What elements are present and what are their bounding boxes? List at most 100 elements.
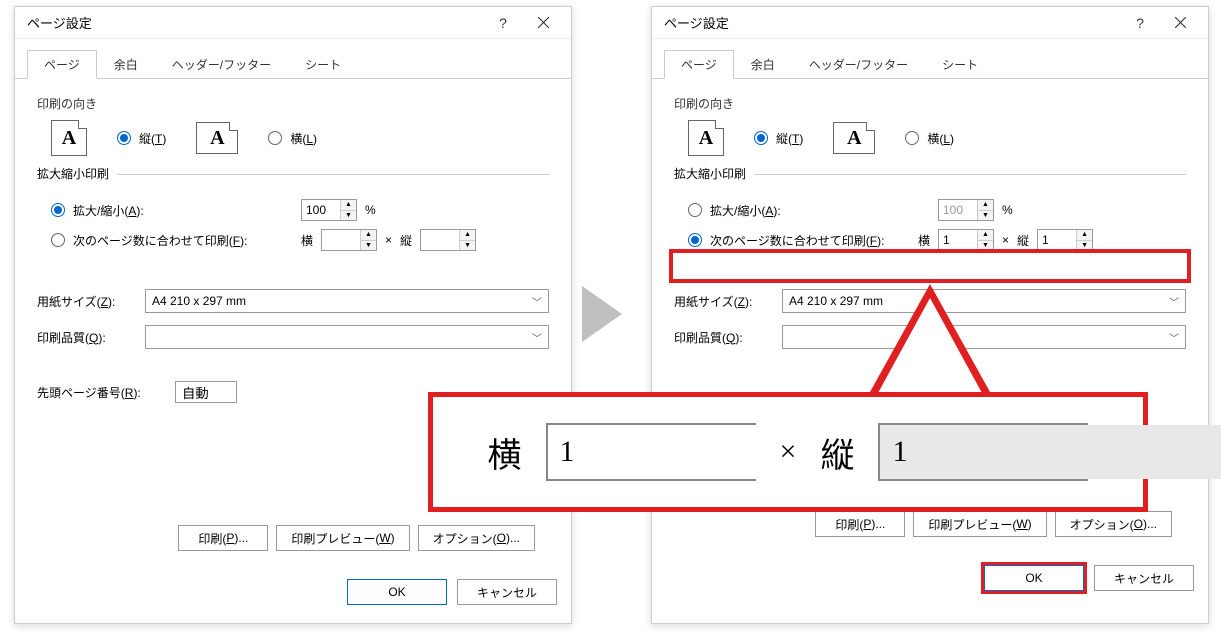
radio-landscape[interactable] [905, 131, 919, 145]
tab-headerfooter[interactable]: ヘッダー/フッター [155, 50, 288, 79]
close-icon [538, 17, 549, 28]
landscape-option[interactable]: 横(L) [268, 130, 317, 147]
scaling-adjust-row: 拡大/縮小(A): ▲▼ % [37, 195, 549, 225]
options-button[interactable]: オプション(O)... [1055, 511, 1172, 537]
zoom-tall-label: 縦 [820, 428, 854, 477]
fit-wide-input[interactable]: ▲▼ [938, 229, 994, 251]
fit-wide-value[interactable] [939, 230, 977, 250]
adjust-value[interactable] [302, 200, 340, 220]
fit-tall-value[interactable] [1038, 230, 1076, 250]
fit-tall-value[interactable] [421, 230, 459, 250]
radio-landscape[interactable] [268, 131, 282, 145]
chevron-down-icon: ﹀ [532, 330, 542, 345]
paper-size-select[interactable]: A4 210 x 297 mm ﹀ [145, 289, 549, 313]
fit-tall-input[interactable]: ▲▼ [420, 229, 476, 251]
callout-connector-fill [878, 298, 982, 393]
help-button[interactable]: ? [1120, 9, 1160, 37]
chevron-up-icon[interactable]: ▲ [978, 230, 993, 241]
scaling-group: 拡大縮小印刷 [37, 174, 549, 175]
fit-wide-input[interactable]: ▲▼ [321, 229, 377, 251]
fit-tall-label: 縦 [1017, 232, 1029, 249]
landscape-icon: A [196, 122, 238, 154]
first-page-input[interactable] [175, 381, 237, 403]
titlebar: ページ設定 ? [15, 7, 571, 39]
portrait-option[interactable]: 縦(T) [754, 130, 803, 147]
print-quality-select[interactable]: ﹀ [145, 325, 549, 349]
radio-fit[interactable] [688, 233, 702, 247]
chevron-down-icon[interactable]: ▼ [460, 241, 475, 251]
orientation-label: 印刷の向き [674, 95, 1186, 112]
portrait-option[interactable]: 縦(T) [117, 130, 166, 147]
chevron-down-icon: ﹀ [532, 294, 542, 309]
chevron-down-icon[interactable]: ▼ [1077, 241, 1092, 251]
titlebar: ページ設定 ? [652, 7, 1208, 39]
chevron-up-icon[interactable]: ▲ [341, 200, 356, 211]
close-button[interactable] [523, 9, 563, 37]
fit-wide-value[interactable] [322, 230, 360, 250]
radio-portrait[interactable] [117, 131, 131, 145]
chevron-up-icon[interactable]: ▲ [978, 200, 993, 211]
paper-size-label: 用紙サイズ(Z): [37, 293, 137, 310]
landscape-icon: A [833, 122, 875, 154]
scaling-fit-row: 次のページ数に合わせて印刷(F): 横 ▲▼ × 縦 ▲▼ [674, 225, 1186, 255]
tab-margins[interactable]: 余白 [97, 50, 155, 79]
adjust-input[interactable]: ▲▼ [301, 199, 357, 221]
adjust-value[interactable] [939, 200, 977, 220]
chevron-down-icon[interactable]: ▼ [341, 211, 356, 221]
radio-fit[interactable] [51, 233, 65, 247]
fit-label: 次のページ数に合わせて印刷(F): [73, 232, 293, 249]
adjust-label: 拡大/縮小(A): [710, 202, 930, 219]
chevron-down-icon: ﹀ [1169, 294, 1179, 309]
radio-adjust[interactable] [51, 203, 65, 217]
cancel-button[interactable]: キャンセル [457, 579, 557, 605]
print-button[interactable]: 印刷(P)... [178, 525, 268, 551]
options-button[interactable]: オプション(O)... [418, 525, 535, 551]
chevron-down-icon[interactable]: ▼ [978, 211, 993, 221]
close-icon [1175, 17, 1186, 28]
zoom-wide-input[interactable] [546, 423, 756, 481]
scaling-adjust-row: 拡大/縮小(A): ▲▼ % [674, 195, 1186, 225]
adjust-input[interactable]: ▲▼ [938, 199, 994, 221]
tab-sheet[interactable]: シート [288, 50, 358, 79]
orientation-row: A 縦(T) A 横(L) [674, 116, 1186, 170]
cancel-button[interactable]: キャンセル [1094, 565, 1194, 591]
tab-page[interactable]: ページ [27, 50, 97, 79]
tab-margins[interactable]: 余白 [734, 50, 792, 79]
zoom-tall-value[interactable] [880, 425, 1221, 479]
chevron-up-icon[interactable]: ▲ [1077, 230, 1092, 241]
print-button[interactable]: 印刷(P)... [815, 511, 905, 537]
zoom-tall-input[interactable] [878, 423, 1088, 481]
ok-button[interactable]: OK [347, 579, 447, 605]
tab-headerfooter[interactable]: ヘッダー/フッター [792, 50, 925, 79]
paper-size-label: 用紙サイズ(Z): [674, 293, 774, 310]
fit-tall-input[interactable]: ▲▼ [1037, 229, 1093, 251]
scaling-group: 拡大縮小印刷 [674, 174, 1186, 175]
orientation-row: A 縦(T) A 横(L) [37, 116, 549, 170]
portrait-icon: A [51, 120, 87, 156]
preview-button[interactable]: 印刷プレビュー(W) [913, 511, 1046, 537]
tab-sheet[interactable]: シート [925, 50, 995, 79]
help-button[interactable]: ? [483, 9, 523, 37]
paper-size-value: A4 210 x 297 mm [152, 294, 246, 308]
radio-portrait[interactable] [754, 131, 768, 145]
portrait-label: 縦(T) [139, 130, 166, 147]
radio-adjust[interactable] [688, 203, 702, 217]
ok-button[interactable]: OK [984, 565, 1084, 591]
landscape-option[interactable]: 横(L) [905, 130, 954, 147]
paper-size-row: 用紙サイズ(Z): A4 210 x 297 mm ﹀ [37, 283, 549, 319]
adjust-spinner[interactable]: ▲▼ [340, 200, 356, 220]
action-buttons: 印刷(P)... 印刷プレビュー(W) オプション(O)... [37, 519, 549, 557]
chevron-up-icon[interactable]: ▲ [460, 230, 475, 241]
zoom-wide-label: 横 [488, 428, 522, 477]
zoom-callout: 横 × 縦 [428, 392, 1148, 512]
close-button[interactable] [1160, 9, 1200, 37]
chevron-down-icon[interactable]: ▼ [978, 241, 993, 251]
preview-button[interactable]: 印刷プレビュー(W) [276, 525, 409, 551]
fit-wide-label: 横 [918, 232, 930, 249]
chevron-down-icon[interactable]: ▼ [361, 241, 376, 251]
tab-page[interactable]: ページ [664, 50, 734, 79]
portrait-label: 縦(T) [776, 130, 803, 147]
chevron-up-icon[interactable]: ▲ [361, 230, 376, 241]
landscape-label: 横(L) [927, 130, 954, 147]
scaling-group-label: 拡大縮小印刷 [674, 165, 754, 182]
